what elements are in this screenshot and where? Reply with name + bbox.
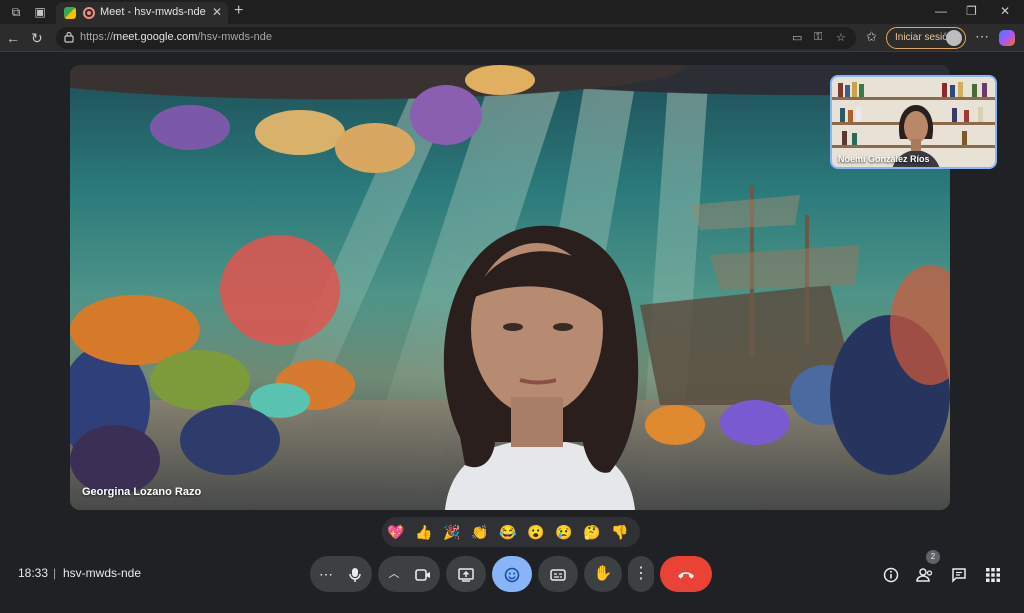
reaction-heart-button[interactable]: 💖 [386,522,406,542]
book [972,84,977,97]
close-tab-icon[interactable]: ✕ [212,5,222,19]
camera-in-use-icon[interactable]: ▭ [792,31,802,44]
meet-favicon-icon [64,7,76,19]
shelf [832,97,995,100]
reaction-sad-button[interactable]: 😢 [554,522,574,542]
site-info-icon[interactable] [64,31,74,43]
browser-menu-icon[interactable]: ⋯ [975,28,989,45]
hang-up-icon [660,556,712,592]
coral [150,105,230,150]
coral [335,123,415,173]
participant-video [443,225,639,510]
coral [220,235,340,345]
browser-tab-meet[interactable]: Meet - hsv-mwds-nde ✕ [56,2,228,24]
video-options-chevron-icon[interactable]: ︿ [382,556,406,592]
coral [255,110,345,155]
more-vert-icon: ⋮ [633,565,649,582]
reaction-thumbs-up-button[interactable]: 👍 [414,522,434,542]
coral [465,65,535,95]
emoji-reactions-button[interactable] [492,556,532,592]
favorites-icon[interactable]: ✩ [866,29,877,45]
book [859,84,864,97]
self-participant-name: Noemí González Ríos [838,154,930,164]
audio-options-icon[interactable]: ⋯ [314,556,338,592]
present-screen-icon [446,556,486,592]
more-options-button[interactable]: ⋮ [628,556,654,592]
captions-icon [538,556,578,592]
activities-icon[interactable] [982,563,1004,585]
favorite-star-icon[interactable]: ☆ [836,31,846,44]
book [982,83,987,97]
book [852,82,857,97]
book [852,133,857,145]
browser-tab-bar: ⧉ ▣ Meet - hsv-mwds-nde ✕ + — ❐ ✕ [0,0,1024,24]
sign-in-label: Iniciar sesión [895,32,954,43]
url-text: https://meet.google.com/hsv-mwds-nde [80,31,272,43]
book [856,107,861,122]
coral [720,400,790,445]
microphone-icon[interactable] [340,556,370,592]
reactions-bar: 💖 👍 🎉 👏 😂 😮 😢 🤔 👎 [382,517,640,547]
close-window-icon[interactable]: ✕ [1000,4,1010,18]
leave-call-button[interactable] [660,556,712,592]
book [950,85,955,97]
self-view-tile[interactable]: Noemí González Ríos [830,75,997,169]
meeting-code[interactable]: hsv-mwds-nde [63,566,141,580]
book [845,85,850,97]
book [848,110,853,122]
browser-toolbar: ← ↻ https://meet.google.com/hsv-mwds-nde… [0,24,1024,52]
book [964,110,969,122]
reaction-surprised-button[interactable]: 😮 [526,522,546,542]
book [840,108,845,122]
reaction-laugh-button[interactable]: 😂 [498,522,518,542]
chat-icon[interactable] [948,563,970,585]
main-video-tile[interactable]: Georgina Lozano Razo [70,65,950,510]
people-icon[interactable] [914,563,936,585]
minimize-icon[interactable]: — [935,4,947,18]
sign-in-button[interactable]: Iniciar sesión [886,27,966,49]
meeting-time: 18:33 [18,566,49,580]
camera-control: ︿ [378,556,440,592]
tab-actions-icon[interactable]: ▣ [32,4,48,20]
rock [70,425,160,495]
key-icon[interactable]: ⚿ [814,31,822,44]
book [958,82,963,97]
microphone-control: ⋯ [310,556,372,592]
captions-button[interactable] [538,556,578,592]
emoji-icon [492,556,532,592]
address-bar[interactable]: https://meet.google.com/hsv-mwds-nde ▭ ⚿… [56,27,856,49]
separator: | [53,566,57,580]
back-arrow-icon[interactable]: ← [6,30,20,46]
reload-icon[interactable]: ↻ [31,30,43,47]
rock [180,405,280,475]
profile-avatar [946,30,962,46]
reaction-thumbs-down-button[interactable]: 👎 [610,522,630,542]
book [842,131,847,145]
coral [410,85,482,145]
reaction-thinking-button[interactable]: 🤔 [582,522,602,542]
book [962,131,967,145]
copilot-icon[interactable] [999,30,1015,46]
camera-icon[interactable] [408,556,438,592]
workspaces-icon[interactable]: ⧉ [8,4,24,20]
raise-hand-button[interactable]: ✋ [584,556,622,592]
tab-title: Meet - hsv-mwds-nde [100,6,206,18]
book [942,83,947,97]
restore-icon[interactable]: ❐ [966,4,977,18]
participant-count-badge: 2 [926,550,940,564]
raise-hand-icon: ✋ [593,565,613,582]
meet-stage: Georgina Lozano Razo Noemí González Ríos [0,53,1024,613]
recording-indicator-icon [83,7,95,19]
reaction-clap-button[interactable]: 👏 [470,522,490,542]
book [952,108,957,122]
main-participant-name: Georgina Lozano Razo [82,486,202,498]
coral [150,350,250,410]
new-tab-button[interactable]: + [234,2,243,20]
book [838,83,843,97]
book [978,107,983,122]
meeting-details-icon[interactable] [880,563,902,585]
reaction-party-button[interactable]: 🎉 [442,522,462,542]
present-screen-button[interactable] [446,556,486,592]
